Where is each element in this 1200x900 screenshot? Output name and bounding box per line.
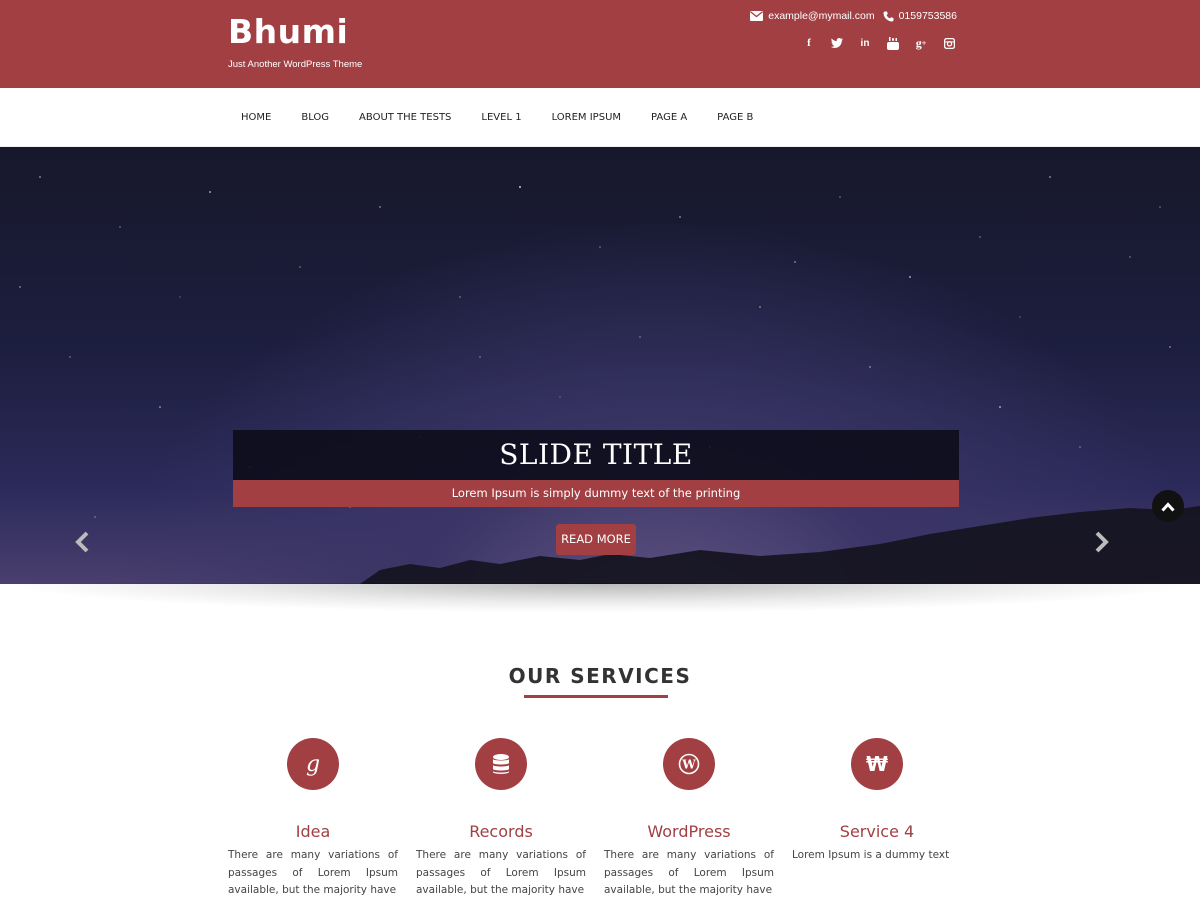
nav-item-about-the-tests[interactable]: ABOUT THE TESTS — [344, 112, 466, 123]
service-text: There are many variations of passages of… — [416, 849, 586, 896]
nav-menu: HOME BLOG ABOUT THE TESTS LEVEL 1 LOREM … — [226, 88, 768, 146]
service-card: ₩ Service 4 Lorem Ipsum is a dummy text — [792, 738, 962, 865]
site-title[interactable]: Bhumi — [228, 12, 348, 51]
site-header: Bhumi Just Another WordPress Theme examp… — [0, 0, 1200, 88]
service-title[interactable]: Service 4 — [792, 822, 962, 841]
hero-slider: SLIDE TITLE Lorem Ipsum is simply dummy … — [0, 147, 1200, 584]
phone-icon — [883, 11, 894, 22]
nav-item-lorem-ipsum[interactable]: LOREM IPSUM — [537, 112, 636, 123]
wordpress-icon[interactable]: W — [663, 738, 715, 790]
slider-shadow — [0, 583, 1200, 613]
twitter-icon[interactable] — [828, 35, 846, 51]
chevron-right-icon[interactable] — [1092, 531, 1110, 553]
email-text: example@mymail.com — [768, 10, 875, 22]
social-links: f in g + — [800, 35, 958, 51]
email-contact[interactable]: example@mymail.com — [750, 10, 875, 22]
services-heading: OUR SERVICES — [508, 664, 692, 688]
chevron-left-icon[interactable] — [74, 531, 92, 553]
service-text: Lorem Ipsum is a dummy text — [792, 849, 950, 861]
nav-item-level-1[interactable]: LEVEL 1 — [466, 112, 536, 123]
nav-item-page-b[interactable]: PAGE B — [702, 112, 768, 123]
service-text: There are many variations of passages of… — [228, 849, 398, 896]
contact-info: example@mymail.com 0159753586 — [750, 10, 957, 22]
won-icon[interactable]: ₩ — [851, 738, 903, 790]
svg-text:W: W — [681, 758, 696, 772]
service-title[interactable]: Records — [416, 822, 586, 841]
site-tagline: Just Another WordPress Theme — [228, 59, 363, 70]
facebook-icon[interactable]: f — [800, 35, 818, 51]
google-icon[interactable]: g — [287, 738, 339, 790]
database-icon[interactable] — [475, 738, 527, 790]
service-card: W WordPress There are many variations of… — [604, 738, 774, 900]
linkedin-icon[interactable]: in — [856, 35, 874, 51]
slide-title: SLIDE TITLE — [233, 430, 959, 480]
service-card: g Idea There are many variations of pass… — [228, 738, 398, 900]
main-navigation: HOME BLOG ABOUT THE TESTS LEVEL 1 LOREM … — [0, 88, 1200, 147]
service-title[interactable]: WordPress — [604, 822, 774, 841]
service-text: There are many variations of passages of… — [604, 849, 774, 896]
chevron-up-icon — [1161, 497, 1175, 516]
service-card: Records There are many variations of pas… — [416, 738, 586, 900]
google-plus-icon[interactable]: g + — [912, 35, 930, 51]
phone-contact[interactable]: 0159753586 — [883, 10, 957, 22]
service-title[interactable]: Idea — [228, 822, 398, 841]
youtube-icon[interactable] — [884, 35, 902, 51]
instagram-icon[interactable] — [940, 35, 958, 51]
nav-item-home[interactable]: HOME — [226, 112, 286, 123]
phone-text: 0159753586 — [898, 10, 957, 22]
scroll-to-top-button[interactable] — [1152, 490, 1184, 522]
services-heading-underline — [524, 695, 668, 698]
slide-subtitle: Lorem Ipsum is simply dummy text of the … — [233, 480, 959, 507]
envelope-icon — [750, 11, 764, 21]
nav-item-page-a[interactable]: PAGE A — [636, 112, 702, 123]
nav-item-blog[interactable]: BLOG — [286, 112, 344, 123]
read-more-button[interactable]: READ MORE — [556, 524, 636, 555]
